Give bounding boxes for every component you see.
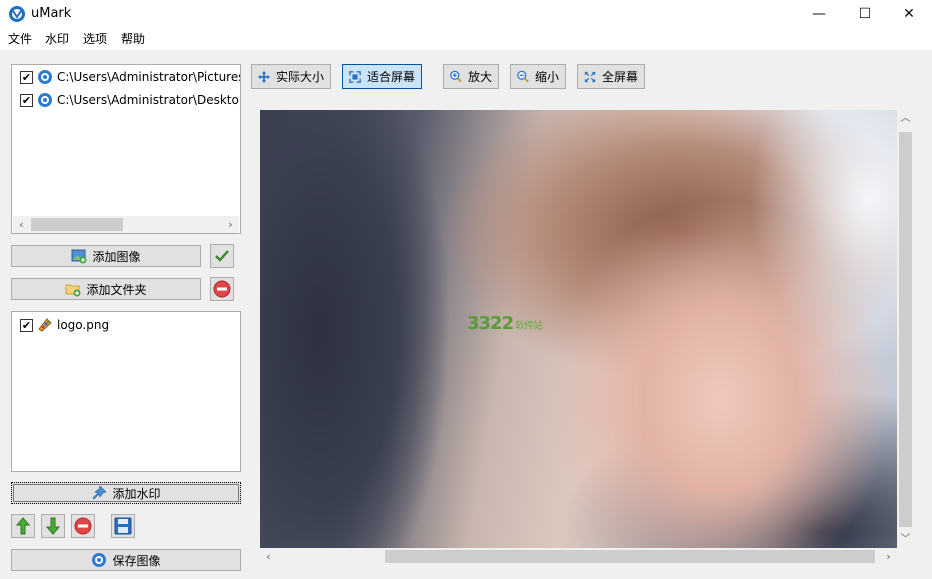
red-minus-icon: [74, 517, 92, 535]
list-item[interactable]: ✔ logo.png: [20, 315, 240, 335]
menu-options[interactable]: 选项: [81, 30, 109, 47]
remove-watermark-button[interactable]: [71, 514, 95, 538]
zoom-out-button[interactable]: 缩小: [510, 64, 566, 89]
pin-icon: [93, 485, 108, 500]
green-up-arrow-icon: [16, 517, 30, 535]
scrollbar-thumb[interactable]: [31, 218, 123, 231]
save-image-label: 保存图像: [112, 553, 161, 568]
window-title: uMark: [31, 6, 72, 21]
green-down-arrow-icon: [46, 517, 60, 535]
preview-vertical-scrollbar[interactable]: ︿ ﹀: [897, 110, 914, 548]
actual-size-label: 实际大小: [275, 70, 324, 84]
close-icon: ✕: [903, 6, 915, 22]
scrollbar-thumb[interactable]: [899, 132, 912, 527]
zoom-out-icon: [517, 70, 529, 83]
zoom-in-label: 放大: [467, 70, 492, 84]
checkbox[interactable]: ✔: [20, 70, 33, 84]
add-folder-icon: [65, 284, 81, 297]
scroll-left-icon[interactable]: ‹: [260, 548, 277, 565]
image-list[interactable]: ✔ C:\Users\Administrator\Pictures ✔ C:\U…: [11, 64, 241, 234]
green-check-icon: [215, 250, 229, 262]
minimize-icon: —: [812, 6, 826, 22]
list-horizontal-scrollbar[interactable]: ‹ ›: [13, 216, 239, 233]
check-button[interactable]: [210, 244, 234, 268]
maximize-button[interactable]: ☐: [842, 0, 888, 28]
watermark-list[interactable]: ✔ logo.png: [11, 311, 241, 472]
umark-logo-icon: [9, 6, 25, 22]
checkbox[interactable]: ✔: [20, 93, 33, 107]
add-image-button[interactable]: 添加图像: [11, 245, 201, 267]
title-bar: uMark — ☐ ✕: [0, 0, 932, 28]
checkbox[interactable]: ✔: [20, 318, 33, 332]
scroll-right-icon[interactable]: ›: [880, 548, 897, 565]
add-image-icon: [71, 249, 87, 264]
image-path: C:\Users\Administrator\Desktop: [57, 93, 240, 107]
add-folder-label: 添加文件夹: [86, 282, 147, 297]
scroll-up-icon[interactable]: ︿: [897, 110, 914, 127]
fullscreen-label: 全屏幕: [601, 70, 638, 84]
minimize-button[interactable]: —: [796, 0, 842, 28]
image-file-icon: [38, 93, 52, 107]
zoom-in-button[interactable]: 放大: [443, 64, 499, 89]
scroll-left-icon[interactable]: ‹: [13, 217, 30, 232]
add-watermark-button[interactable]: 添加水印: [11, 482, 241, 504]
menu-help[interactable]: 帮助: [119, 30, 147, 47]
watermark-text: 3322: [467, 313, 514, 334]
scroll-right-icon[interactable]: ›: [222, 217, 239, 232]
move-down-button[interactable]: [41, 514, 65, 538]
image-path: C:\Users\Administrator\Pictures: [57, 70, 240, 84]
move-arrows-icon: [258, 70, 270, 83]
fit-screen-label: 适合屏幕: [366, 70, 415, 84]
remove-image-button[interactable]: [210, 277, 234, 301]
actual-size-button[interactable]: 实际大小: [251, 64, 331, 89]
fit-screen-button[interactable]: 适合屏幕: [342, 64, 422, 89]
scroll-down-icon[interactable]: ﹀: [897, 531, 914, 548]
close-button[interactable]: ✕: [886, 0, 932, 28]
floppy-disk-icon: [114, 517, 132, 535]
zoom-out-label: 缩小: [534, 70, 559, 84]
fit-screen-icon: [349, 70, 361, 83]
image-preview[interactable]: 3322 软件站: [260, 110, 897, 548]
fullscreen-icon: [584, 71, 596, 82]
list-item[interactable]: ✔ C:\Users\Administrator\Desktop: [20, 90, 240, 110]
watermark-filename: logo.png: [57, 318, 110, 332]
red-minus-icon: [213, 280, 231, 298]
watermark-subtext: 软件站: [515, 321, 543, 332]
umark-logo-icon: [92, 553, 107, 567]
zoom-in-icon: [450, 70, 462, 83]
preview-horizontal-scrollbar[interactable]: ‹ ›: [260, 548, 897, 565]
fullscreen-button[interactable]: 全屏幕: [577, 64, 645, 89]
list-item[interactable]: ✔ C:\Users\Administrator\Pictures: [20, 67, 240, 87]
image-file-icon: [38, 70, 52, 84]
save-settings-button[interactable]: [111, 514, 135, 538]
paint-palette-icon: [38, 318, 52, 332]
save-image-button[interactable]: 保存图像: [11, 549, 241, 571]
add-image-label: 添加图像: [92, 249, 141, 264]
menu-watermark[interactable]: 水印: [43, 30, 71, 47]
watermark-overlay: 3322 软件站: [467, 313, 543, 334]
menu-file[interactable]: 文件: [6, 30, 34, 47]
scrollbar-thumb[interactable]: [385, 550, 875, 563]
menu-bar: 文件 水印 选项 帮助: [0, 28, 932, 50]
maximize-icon: ☐: [858, 6, 872, 22]
move-up-button[interactable]: [11, 514, 35, 538]
add-folder-button[interactable]: 添加文件夹: [11, 278, 201, 300]
add-watermark-label: 添加水印: [112, 486, 161, 501]
